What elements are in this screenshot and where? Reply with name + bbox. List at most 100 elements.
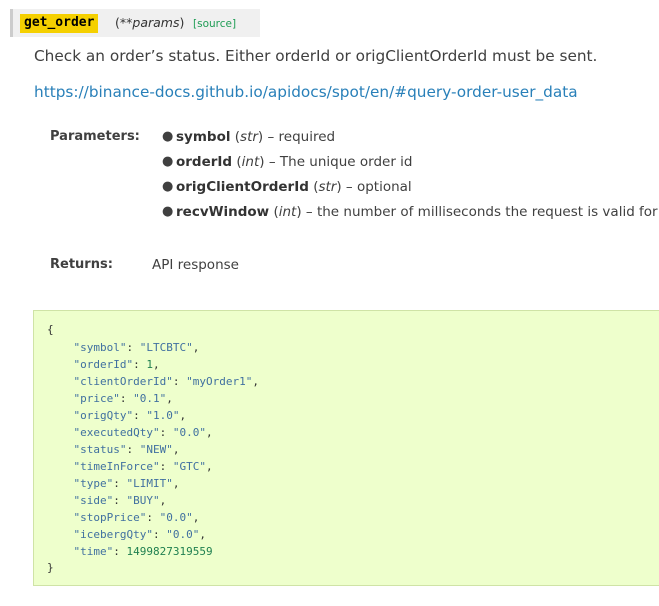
code-comma: ,	[199, 528, 206, 541]
param-type: int	[241, 154, 260, 170]
close-paren: )	[179, 15, 185, 30]
code-comma: ,	[159, 494, 167, 507]
returns-label: Returns:	[50, 257, 113, 272]
param-origclientorderid: ● origClientOrderId (str) – optional	[162, 178, 658, 203]
code-value: "myOrder1"	[186, 375, 253, 388]
param-open: (	[269, 204, 279, 220]
function-name: get_order	[20, 14, 99, 33]
bullet-icon: ●	[162, 204, 174, 219]
code-open-brace: {	[47, 323, 54, 337]
param-orderid: ● orderId (int) – The unique order id	[162, 153, 658, 178]
code-key: "symbol"	[73, 341, 127, 354]
param-desc: – required	[263, 129, 336, 145]
code-line: "price": "0.1",	[47, 392, 173, 406]
code-comma: ,	[192, 511, 200, 524]
param-desc: – optional	[341, 179, 412, 195]
code-line: "executedQty": "0.0",	[47, 426, 213, 440]
code-key: "time"	[73, 545, 114, 558]
code-sep: :	[113, 545, 127, 558]
code-key: "timeInForce"	[73, 460, 160, 473]
param-open: (	[232, 154, 242, 170]
code-comma: ,	[152, 358, 160, 371]
code-sep: :	[126, 443, 140, 456]
code-example: { "symbol": "LTCBTC", "orderId": 1, "cli…	[33, 310, 659, 586]
code-value: "LTCBTC"	[139, 341, 193, 354]
code-sep: :	[119, 392, 134, 405]
code-value: 1	[146, 358, 153, 371]
param-desc: – The unique order id	[264, 154, 413, 170]
source-link[interactable]: [source]	[193, 17, 236, 31]
code-key: "orderId"	[73, 358, 134, 371]
code-key: "side"	[73, 494, 114, 507]
code-key: "icebergQty"	[73, 528, 153, 541]
bullet-icon: ●	[162, 154, 174, 169]
code-key: "executedQty"	[73, 426, 160, 439]
code-value: "BUY"	[126, 494, 160, 507]
param-name: symbol	[176, 129, 231, 145]
code-sep: :	[159, 460, 173, 473]
code-value: "0.0"	[159, 511, 193, 524]
function-signature: get_order (**params) [source]	[10, 9, 260, 37]
code-comma: ,	[166, 392, 173, 405]
code-sep: :	[159, 426, 173, 439]
code-comma: ,	[192, 341, 200, 354]
code-comma: ,	[179, 409, 187, 422]
code-brace: }	[47, 561, 54, 574]
bullet-icon: ●	[162, 179, 174, 194]
code-value: "0.1"	[133, 392, 167, 405]
code-sep: :	[152, 528, 167, 541]
function-params: (**params)	[115, 15, 184, 31]
api-doc-link[interactable]: https://binance-docs.github.io/apidocs/s…	[34, 82, 578, 102]
code-key: "origQty"	[73, 409, 134, 422]
param-type: int	[278, 204, 297, 220]
code-line: "origQty": "1.0",	[47, 409, 187, 423]
function-description: Check an order’s status. Either orderId …	[34, 47, 598, 65]
code-line: "stopPrice": "0.0",	[47, 511, 200, 525]
param-type: str	[240, 129, 258, 145]
code-value: "1.0"	[146, 409, 180, 422]
parameters-label: Parameters:	[50, 129, 140, 144]
code-value: "NEW"	[139, 443, 173, 456]
code-sep: :	[133, 409, 147, 422]
code-value: 1499827319559	[126, 545, 213, 558]
code-comma: ,	[252, 375, 259, 388]
returns-value: API response	[152, 257, 239, 273]
param-open: (	[230, 129, 241, 145]
code-line: "icebergQty": "0.0",	[47, 528, 206, 542]
code-line: "clientOrderId": "myOrder1",	[47, 375, 259, 389]
param-recvwindow: ● recvWindow (int) – the number of millis…	[162, 203, 658, 228]
code-line: "status": "NEW",	[47, 443, 180, 457]
code-key: "type"	[73, 477, 114, 490]
code-value: "0.0"	[166, 528, 200, 541]
param-symbol: ● symbol (str) – required	[162, 128, 658, 153]
code-key: "clientOrderId"	[73, 375, 173, 388]
params-arg: **params	[119, 15, 180, 30]
param-type: str	[318, 179, 337, 195]
code-line: "timeInForce": "GTC",	[47, 460, 213, 474]
code-comma: ,	[205, 460, 213, 473]
code-sep: :	[113, 494, 127, 507]
code-line: "type": "LIMIT",	[47, 477, 180, 491]
param-name: orderId	[176, 154, 233, 170]
code-comma: ,	[205, 426, 213, 439]
code-comma: ,	[172, 443, 180, 456]
code-line: "time": 1499827319559	[47, 545, 213, 559]
param-name: recvWindow	[176, 204, 270, 220]
code-value: "0.0"	[172, 426, 206, 439]
code-sep: :	[133, 358, 147, 371]
code-key: "status"	[73, 443, 127, 456]
code-value: "LIMIT"	[126, 477, 173, 490]
code-brace: {	[47, 323, 54, 336]
code-sep: :	[146, 511, 160, 524]
bullet-icon: ●	[162, 129, 174, 144]
code-key: "price"	[73, 392, 120, 405]
code-key: "stopPrice"	[73, 511, 147, 524]
code-line: "symbol": "LTCBTC",	[47, 341, 200, 355]
code-comma: ,	[172, 477, 180, 490]
code-value: "GTC"	[172, 460, 206, 473]
code-close-brace: }	[47, 561, 54, 575]
code-sep: :	[172, 375, 187, 388]
param-desc: – the number of milliseconds the request…	[301, 204, 658, 220]
code-line: "side": "BUY",	[47, 494, 167, 508]
code-sep: :	[113, 477, 127, 490]
